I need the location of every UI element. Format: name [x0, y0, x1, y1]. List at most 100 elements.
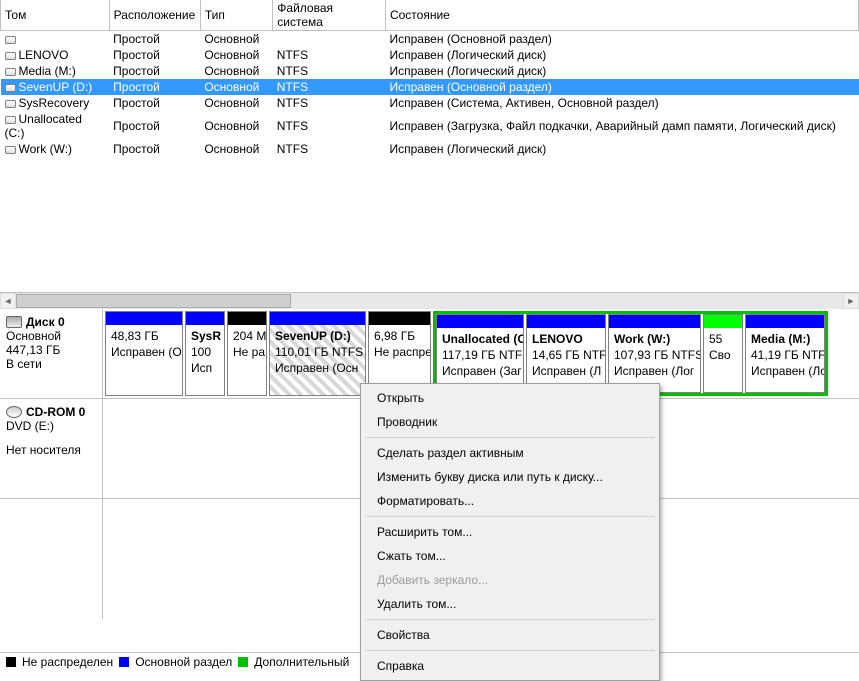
partition-cap	[106, 312, 182, 325]
table-cell: Простой	[109, 111, 200, 141]
table-cell	[273, 31, 386, 48]
menu-item[interactable]: Расширить том...	[363, 520, 657, 544]
partition[interactable]: 204 МНе ра	[227, 311, 267, 396]
menu-item: Добавить зеркало...	[363, 568, 657, 592]
partition-size: 55	[709, 332, 737, 346]
scroll-right-icon[interactable]: ►	[843, 293, 859, 309]
table-cell: Исправен (Загрузка, Файл подкачки, Авари…	[385, 111, 858, 141]
partition[interactable]: 48,83 ГБИсправен (Ос	[105, 311, 183, 396]
partition-cap	[527, 315, 605, 328]
partition-size: 100	[191, 345, 219, 359]
column-header[interactable]: Расположение	[109, 0, 200, 31]
partition[interactable]: SysR 100 Исп	[185, 311, 225, 396]
menu-separator	[365, 650, 655, 651]
menu-item[interactable]: Удалить том...	[363, 592, 657, 616]
table-cell: Простой	[109, 141, 200, 157]
table-row[interactable]: LENOVOПростойОсновнойNTFSИсправен (Логич…	[1, 47, 859, 63]
table-cell: Основной	[200, 79, 272, 95]
partition[interactable]: Unallocated (C117,19 ГБ NTFSИсправен (За…	[436, 314, 524, 393]
partition-size: 48,83 ГБ	[111, 329, 177, 343]
legend-unallocated-label: Не распределен	[22, 655, 113, 669]
partition-body: 55 Сво	[704, 328, 742, 392]
menu-item[interactable]: Проводник	[363, 410, 657, 434]
partition-size: 14,65 ГБ NTF	[532, 348, 600, 362]
partition-title: Work (W:)	[614, 332, 695, 346]
partition-size: 41,19 ГБ NTFS	[751, 348, 819, 362]
volume-table[interactable]: ТомРасположениеТипФайловая системаСостоя…	[0, 0, 859, 157]
partition-body: SevenUP (D:)110,01 ГБ NTFSИсправен (Осн	[270, 325, 365, 395]
column-header[interactable]: Файловая система	[273, 0, 386, 31]
volume-table-hscroll[interactable]: ◄ ►	[0, 292, 859, 308]
partition[interactable]: LENOVO 14,65 ГБ NTF Исправен (Л	[526, 314, 606, 393]
partition-body: Media (M:) 41,19 ГБ NTFS Исправен (Ло	[746, 328, 824, 392]
partition-status: Исправен (Л	[532, 364, 600, 378]
partition-status: Исп	[191, 361, 219, 375]
partition-title: Media (M:)	[751, 332, 819, 346]
partition-title: Unallocated (C	[442, 332, 518, 346]
partition[interactable]: 55 Сво	[703, 314, 743, 393]
table-cell: Исправен (Логический диск)	[385, 63, 858, 79]
table-cell	[1, 31, 110, 48]
volume-icon	[5, 146, 16, 154]
table-row[interactable]: ПростойОсновнойИсправен (Основной раздел…	[1, 31, 859, 48]
partition[interactable]: Media (M:) 41,19 ГБ NTFS Исправен (Ло	[745, 314, 825, 393]
menu-item[interactable]: Открыть	[363, 386, 657, 410]
table-cell: NTFS	[273, 95, 386, 111]
menu-item[interactable]: Справка	[363, 654, 657, 678]
table-row[interactable]: Media (M:)ПростойОсновнойNTFSИсправен (Л…	[1, 63, 859, 79]
table-cell: Media (M:)	[1, 63, 110, 79]
partition-title: SysR	[191, 329, 219, 343]
column-header[interactable]: Том	[1, 0, 110, 31]
volume-icon	[5, 100, 16, 108]
table-row[interactable]: Work (W:)ПростойОсновнойNTFSИсправен (Ло…	[1, 141, 859, 157]
hdd-icon	[6, 316, 22, 328]
table-cell: Основной	[200, 63, 272, 79]
partition-size: 110,01 ГБ NTFS	[275, 345, 360, 359]
menu-separator	[365, 516, 655, 517]
partition-status: Сво	[709, 348, 737, 362]
partition-cap	[746, 315, 824, 328]
table-row[interactable]: Unallocated (C:)ПростойОсновнойNTFSИспра…	[1, 111, 859, 141]
partition-size: 204 М	[233, 329, 261, 343]
menu-item[interactable]: Форматировать...	[363, 489, 657, 513]
menu-item[interactable]: Сжать том...	[363, 544, 657, 568]
volume-icon	[5, 116, 16, 124]
context-menu[interactable]: ОткрытьПроводник Сделать раздел активнымИ…	[360, 383, 660, 681]
disk-0-type: Основной	[6, 329, 96, 343]
disk-0-title: Диск 0	[26, 315, 65, 329]
column-header[interactable]: Состояние	[385, 0, 858, 31]
partition-status: Исправен (Ло	[751, 364, 819, 378]
table-cell: NTFS	[273, 47, 386, 63]
legend-unallocated-swatch	[6, 657, 16, 667]
column-header[interactable]: Тип	[200, 0, 272, 31]
table-cell: SysRecovery	[1, 95, 110, 111]
partition-status: Исправен (Лог	[614, 364, 695, 378]
table-row[interactable]: SevenUP (D:)ПростойОсновнойNTFSИсправен …	[1, 79, 859, 95]
cdrom-state: Нет носителя	[6, 443, 96, 457]
disk-0-size: 447,13 ГБ	[6, 343, 96, 357]
scroll-thumb[interactable]	[16, 294, 291, 308]
partition-cap	[369, 312, 430, 325]
partition-cap	[270, 312, 365, 325]
partition-status: Исправен (Осн	[275, 361, 360, 375]
table-cell: NTFS	[273, 79, 386, 95]
partition-title: LENOVO	[532, 332, 600, 346]
cdrom-type: DVD (E:)	[6, 419, 96, 433]
menu-item[interactable]: Сделать раздел активным	[363, 441, 657, 465]
partition-size: 6,98 ГБ	[374, 329, 425, 343]
menu-item[interactable]: Изменить букву диска или путь к диску...	[363, 465, 657, 489]
disk-0-label: Диск 0 Основной 447,13 ГБ В сети	[0, 309, 103, 398]
table-cell: Простой	[109, 47, 200, 63]
menu-item[interactable]: Свойства	[363, 623, 657, 647]
partition-body: SysR 100 Исп	[186, 325, 224, 395]
scroll-left-icon[interactable]: ◄	[0, 293, 16, 309]
table-cell: Work (W:)	[1, 141, 110, 157]
scroll-track[interactable]	[16, 293, 843, 309]
partition[interactable]: SevenUP (D:)110,01 ГБ NTFSИсправен (Осн	[269, 311, 366, 396]
table-cell: SevenUP (D:)	[1, 79, 110, 95]
partition[interactable]: Work (W:)107,93 ГБ NTFSИсправен (Лог	[608, 314, 701, 393]
partition-cap	[228, 312, 266, 325]
table-cell: Исправен (Основной раздел)	[385, 31, 858, 48]
table-cell: Основной	[200, 141, 272, 157]
table-row[interactable]: SysRecoveryПростойОсновнойNTFSИсправен (…	[1, 95, 859, 111]
